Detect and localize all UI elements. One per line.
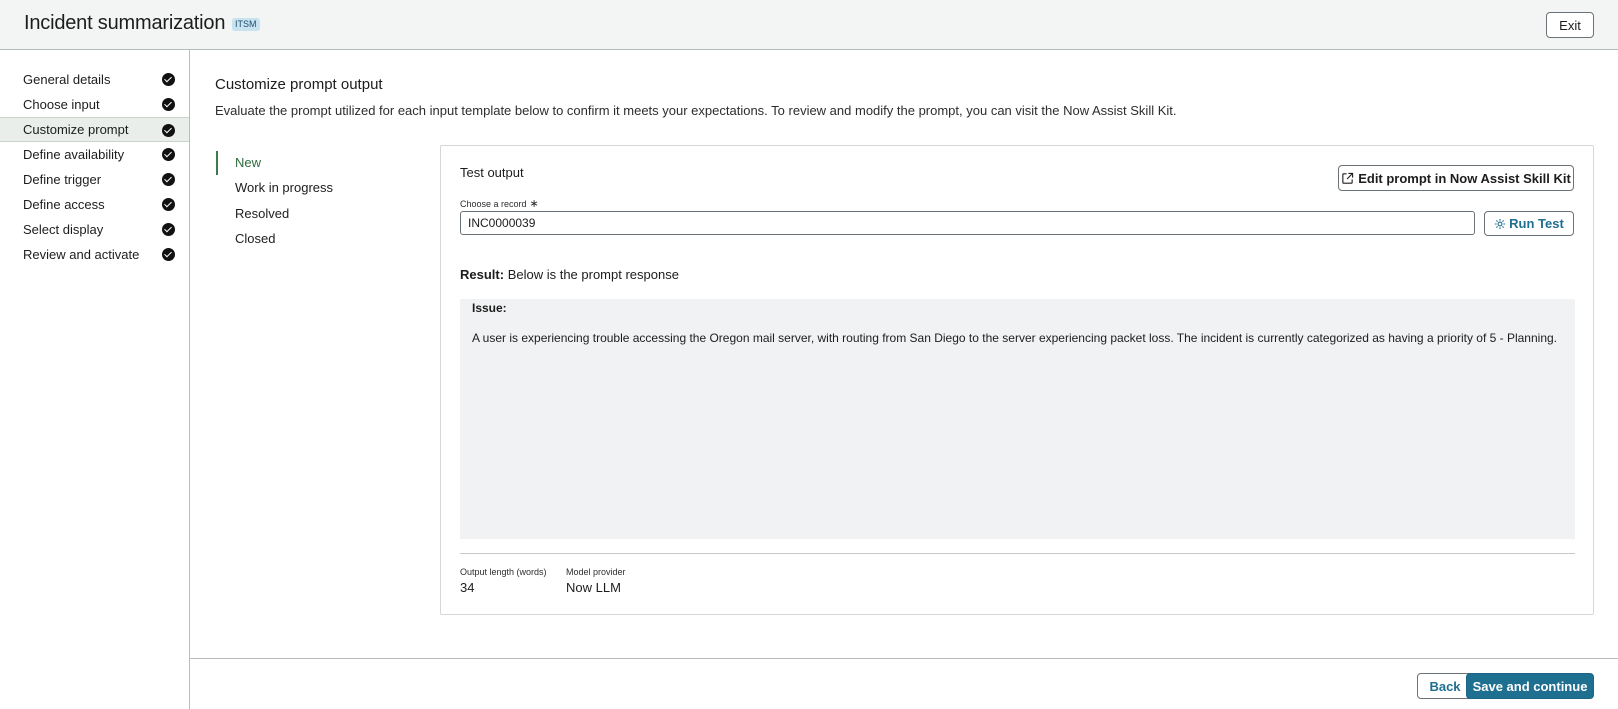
check-circle-icon (162, 73, 175, 86)
prompt-response-box: Issue: A user is experiencing trouble ac… (460, 299, 1575, 539)
step-define-access[interactable]: Define access (0, 192, 189, 217)
check-circle-icon (162, 98, 175, 111)
test-output-panel: Test output Edit prompt in Now Assist Sk… (440, 145, 1594, 615)
external-link-icon (1342, 172, 1354, 184)
required-marker: ∗ (529, 198, 539, 210)
issue-label: Issue: (472, 301, 507, 315)
check-circle-icon (162, 148, 175, 161)
back-button[interactable]: Back (1417, 673, 1473, 699)
check-circle-icon (162, 198, 175, 211)
step-define-trigger[interactable]: Define trigger (0, 167, 189, 192)
result-line: Result: Below is the prompt response (460, 267, 679, 282)
step-define-availability[interactable]: Define availability (0, 142, 189, 167)
tab-closed[interactable]: Closed (235, 231, 275, 246)
active-tab-indicator (216, 151, 218, 175)
app-header: Incident summarization ITSM Exit (0, 0, 1618, 50)
run-test-button[interactable]: Run Test (1484, 211, 1574, 236)
step-general-details[interactable]: General details (0, 67, 189, 92)
panel-title: Test output (460, 165, 524, 180)
step-label: Define access (23, 197, 105, 212)
step-label: Customize prompt (23, 122, 129, 137)
gear-icon (1495, 218, 1506, 229)
check-circle-icon (162, 223, 175, 236)
itsm-badge: ITSM (232, 18, 260, 31)
section-title: Customize prompt output (215, 76, 383, 93)
output-length-value: 34 (460, 580, 475, 595)
check-circle-icon (162, 248, 175, 261)
step-label: Define trigger (23, 172, 102, 187)
step-label: Choose input (23, 97, 100, 112)
check-circle-icon (162, 124, 175, 137)
exit-button[interactable]: Exit (1546, 12, 1594, 38)
model-provider-value: Now LLM (566, 580, 621, 595)
record-input[interactable] (460, 211, 1475, 235)
edit-prompt-label: Edit prompt in Now Assist Skill Kit (1358, 170, 1571, 186)
check-circle-icon (162, 173, 175, 186)
result-text: Below is the prompt response (507, 267, 679, 282)
step-label: Select display (23, 222, 104, 237)
issue-text: A user is experiencing trouble accessing… (472, 331, 1558, 345)
result-label: Result: (460, 267, 505, 282)
save-and-continue-button[interactable]: Save and continue (1466, 673, 1594, 699)
step-customize-prompt[interactable]: Customize prompt (0, 117, 189, 142)
run-test-label: Run Test (1509, 216, 1564, 231)
divider (460, 553, 1575, 554)
edit-prompt-button[interactable]: Edit prompt in Now Assist Skill Kit (1338, 165, 1574, 191)
step-label: General details (23, 72, 111, 87)
step-choose-input[interactable]: Choose input (0, 92, 189, 117)
wizard-steps-sidebar: General details Choose input Customize p… (0, 50, 190, 709)
tab-new[interactable]: New (235, 155, 261, 170)
record-field-label: Choose a record ∗ (460, 198, 539, 210)
output-length-label: Output length (words) (460, 567, 547, 577)
model-provider-label: Model provider (566, 567, 626, 577)
tab-work-in-progress[interactable]: Work in progress (235, 180, 333, 195)
tab-resolved[interactable]: Resolved (235, 206, 289, 221)
wizard-footer: Back Save and continue (190, 658, 1618, 709)
step-label: Define availability (23, 147, 125, 162)
step-label: Review and activate (23, 247, 140, 262)
step-review-and-activate[interactable]: Review and activate (0, 242, 189, 267)
page-title: Incident summarization (24, 12, 226, 34)
section-description: Evaluate the prompt utilized for each in… (215, 103, 1177, 118)
step-select-display[interactable]: Select display (0, 217, 189, 242)
